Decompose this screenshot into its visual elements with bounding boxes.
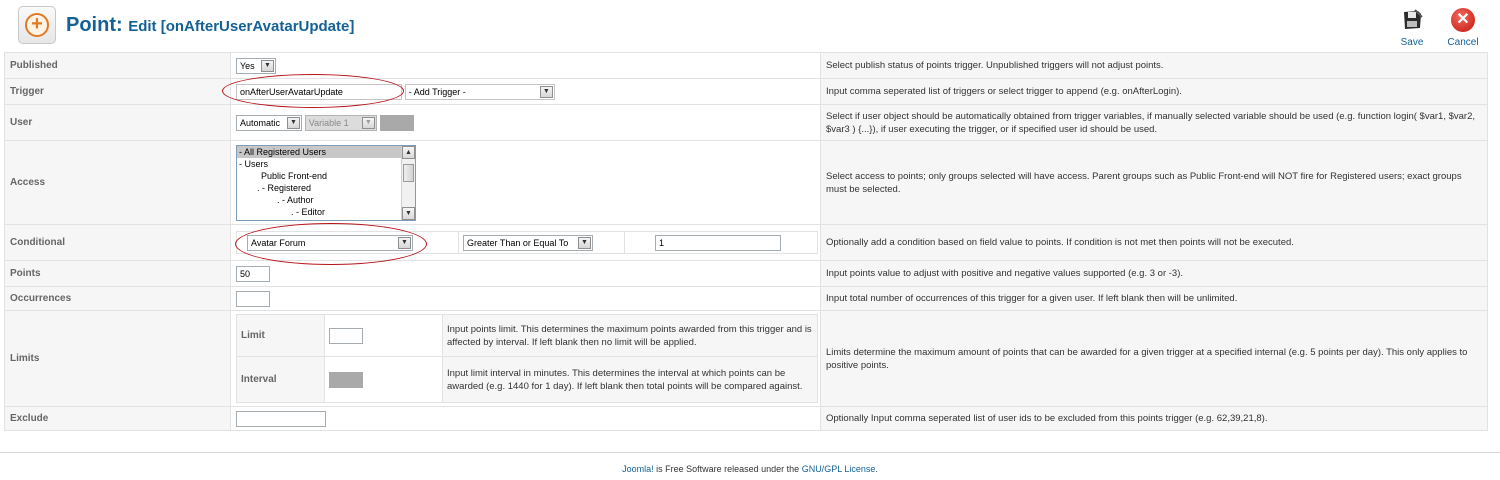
user-mode-select[interactable]: Automatic ▼ <box>236 114 302 131</box>
conditional-desc: Optionally add a condition based on fiel… <box>820 224 1488 261</box>
chevron-down-icon: ▼ <box>287 116 300 129</box>
published-desc: Select publish status of points trigger.… <box>820 52 1488 79</box>
limit-row: Limit Input points limit. This determine… <box>236 314 818 357</box>
trigger-input[interactable]: onAfterUserAvatarUpdate <box>236 83 402 100</box>
row-trigger: Trigger onAfterUserAvatarUpdate - Add Tr… <box>4 78 1488 105</box>
joomla-link[interactable]: Joomla! <box>622 464 654 474</box>
access-option[interactable]: - Users <box>237 158 415 170</box>
page-header: + Point: Edit [onAfterUserAvatarUpdate] … <box>0 0 1500 52</box>
add-trigger-select[interactable]: - Add Trigger - ▼ <box>404 83 555 100</box>
access-option[interactable]: . - Editor <box>237 206 415 218</box>
limit-input[interactable] <box>329 327 363 344</box>
access-option[interactable]: . - Registered <box>237 182 415 194</box>
row-user: User Automatic ▼ Variable 1 ▼ Select if … <box>4 104 1488 141</box>
cancel-button[interactable]: ✕ Cancel <box>1440 4 1486 50</box>
gpl-license-link[interactable]: GNU/GPL License <box>802 464 876 474</box>
save-label: Save <box>1400 37 1424 48</box>
scrollbar-thumb[interactable] <box>403 163 414 182</box>
limit-label: Limit <box>236 314 325 357</box>
access-scrollbar[interactable]: ▲ ▼ <box>401 145 415 220</box>
occurrences-desc: Input total number of occurrences of thi… <box>820 286 1488 311</box>
close-icon: ✕ <box>1451 8 1475 32</box>
exclude-input[interactable] <box>236 410 326 427</box>
user-variable-value: Variable 1 <box>308 117 349 128</box>
interval-row: Interval Input limit interval in minutes… <box>236 356 818 403</box>
limits-label: Limits <box>4 310 231 407</box>
published-value: Yes <box>240 60 255 71</box>
footer-divider <box>0 452 1500 453</box>
access-option[interactable]: Public Front-end <box>237 170 415 182</box>
trigger-desc: Input comma seperated list of triggers o… <box>820 78 1488 105</box>
points-label: Points <box>4 260 231 287</box>
chevron-down-icon: ▼ <box>261 59 274 72</box>
user-mode-value: Automatic <box>240 117 281 128</box>
user-desc: Select if user object should be automati… <box>820 104 1488 141</box>
page-title: Point: Edit [onAfterUserAvatarUpdate] <box>66 14 354 37</box>
cancel-label: Cancel <box>1447 37 1479 48</box>
conditional-operator-select[interactable]: Greater Than or Equal To ▼ <box>463 234 593 251</box>
footer-text: is Free Software released under the <box>653 464 802 474</box>
page-title-main: Point: <box>66 14 123 36</box>
conditional-field-value: Avatar Forum <box>251 237 306 248</box>
save-button[interactable]: Save <box>1389 4 1435 50</box>
chevron-up-icon[interactable]: ▲ <box>402 145 415 159</box>
add-trigger-value: - Add Trigger - <box>408 86 466 97</box>
chevron-down-icon: ▼ <box>398 236 411 249</box>
conditional-value-input[interactable]: 1 <box>655 234 781 251</box>
footer: Joomla! is Free Software released under … <box>0 464 1500 474</box>
chevron-down-icon: ▼ <box>361 116 375 129</box>
row-published: Published Yes ▼ Select publish status of… <box>4 52 1488 79</box>
published-label: Published <box>4 52 231 79</box>
exclude-label: Exclude <box>4 406 231 431</box>
interval-desc: Input limit interval in minutes. This de… <box>442 356 818 403</box>
page-title-subtitle: Edit [onAfterUserAvatarUpdate] <box>128 18 355 35</box>
interval-input[interactable] <box>329 371 363 388</box>
user-id-input[interactable] <box>379 114 414 131</box>
points-desc: Input points value to adjust with positi… <box>820 260 1488 287</box>
user-variable-select[interactable]: Variable 1 ▼ <box>304 114 377 131</box>
row-conditional: Conditional Avatar Forum ▼ Greater Than … <box>4 224 1488 261</box>
access-option[interactable]: . - Author <box>237 194 415 206</box>
access-option[interactable]: - All Registered Users <box>237 145 415 158</box>
row-exclude: Exclude Optionally Input comma seperated… <box>4 406 1488 431</box>
interval-label: Interval <box>236 356 325 403</box>
published-select[interactable]: Yes ▼ <box>236 57 276 74</box>
conditional-label: Conditional <box>4 224 231 261</box>
access-label: Access <box>4 140 231 225</box>
chevron-down-icon[interactable]: ▼ <box>402 206 415 220</box>
conditional-field-select[interactable]: Avatar Forum ▼ <box>247 234 413 251</box>
access-listbox[interactable]: - All Registered Users - Users Public Fr… <box>236 144 416 221</box>
floppy-disk-icon <box>1404 9 1423 29</box>
points-input[interactable]: 50 <box>236 265 270 282</box>
occurrences-label: Occurrences <box>4 286 231 311</box>
row-points: Points 50 Input points value to adjust w… <box>4 260 1488 287</box>
exclude-desc: Optionally Input comma seperated list of… <box>820 406 1488 431</box>
access-desc: Select access to points; only groups sel… <box>820 140 1488 225</box>
trigger-label: Trigger <box>4 78 231 105</box>
row-occurrences: Occurrences Input total number of occurr… <box>4 286 1488 311</box>
occurrences-input[interactable] <box>236 290 270 307</box>
row-limits: Limits Limit Input points limit. This de… <box>4 310 1488 407</box>
row-access: Access - All Registered Users - Users Pu… <box>4 140 1488 225</box>
point-edit-form: Published Yes ▼ Select publish status of… <box>4 52 1488 431</box>
limits-desc: Limits determine the maximum amount of p… <box>820 310 1488 407</box>
user-label: User <box>4 104 231 141</box>
chevron-down-icon: ▼ <box>539 85 553 98</box>
limit-desc: Input points limit. This determines the … <box>442 314 818 357</box>
chevron-down-icon: ▼ <box>578 236 591 249</box>
add-circle-icon: + <box>18 6 56 44</box>
conditional-operator-value: Greater Than or Equal To <box>467 237 569 248</box>
footer-end: . <box>875 464 878 474</box>
